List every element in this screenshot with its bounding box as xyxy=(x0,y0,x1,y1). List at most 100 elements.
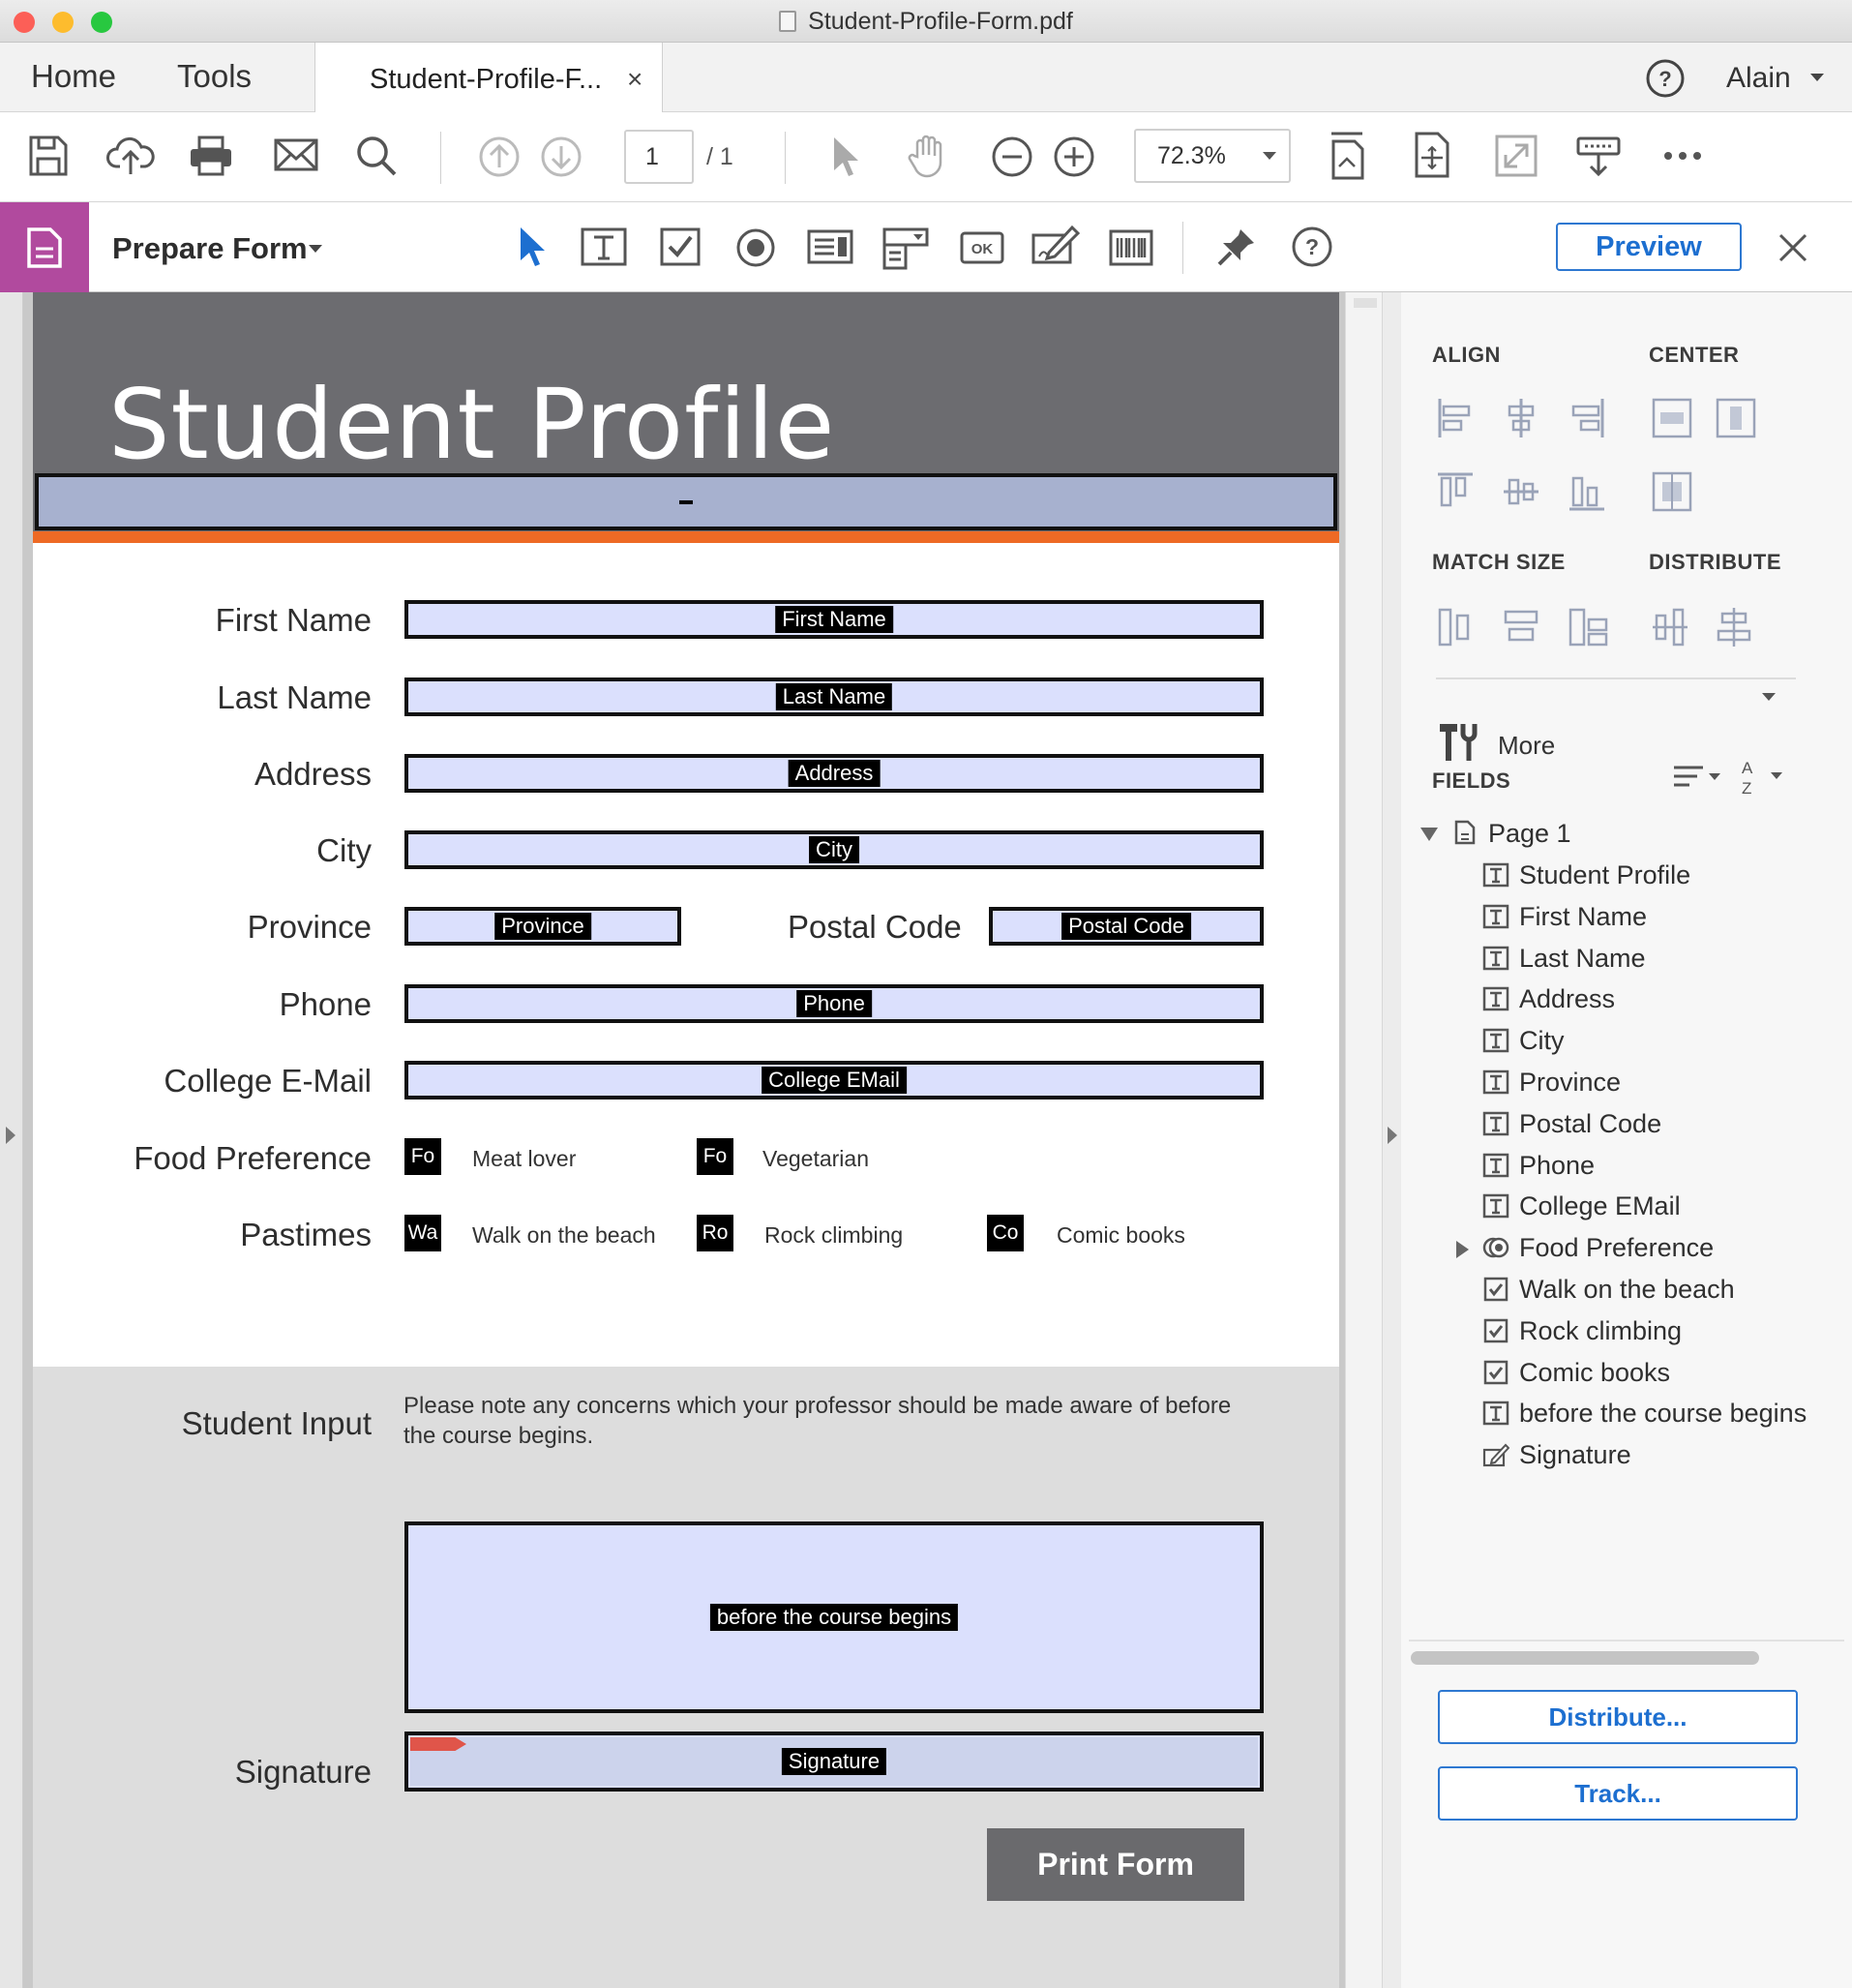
align-left-icon[interactable] xyxy=(1436,397,1475,439)
tree-field-item[interactable]: Phone xyxy=(1482,1151,1595,1190)
track-button[interactable]: Track... xyxy=(1438,1766,1798,1821)
tree-field-item[interactable]: College EMail xyxy=(1482,1191,1681,1230)
distribute-button[interactable]: Distribute... xyxy=(1438,1690,1798,1744)
print-icon[interactable] xyxy=(188,134,234,178)
distribute-horizontally-icon[interactable] xyxy=(1651,606,1689,648)
tree-field-item[interactable]: City xyxy=(1482,1026,1565,1065)
tree-field-item[interactable]: Food Preference xyxy=(1456,1233,1714,1272)
right-pane-toggle[interactable] xyxy=(1382,292,1401,1988)
left-pane-toggle[interactable] xyxy=(0,292,23,1988)
tree-field-item[interactable]: Signature xyxy=(1482,1440,1631,1479)
tree-field-item[interactable]: before the course begins xyxy=(1482,1399,1807,1437)
pastime-comic-checkbox[interactable]: Co xyxy=(987,1215,1024,1251)
preview-button[interactable]: Preview xyxy=(1556,223,1742,271)
more-icon[interactable] xyxy=(1662,149,1703,163)
dropdown-icon[interactable] xyxy=(882,227,929,270)
sort-alphabetical-icon[interactable]: AZ xyxy=(1740,757,1792,798)
checkbox-icon[interactable] xyxy=(660,227,701,266)
tree-field-item[interactable]: Last Name xyxy=(1482,944,1646,982)
food-vegetarian-radio[interactable]: Fo xyxy=(697,1138,733,1175)
list-box-icon[interactable] xyxy=(807,229,853,264)
first-name-field[interactable]: First Name xyxy=(404,600,1264,639)
expand-left-pane-icon[interactable] xyxy=(4,1125,17,1146)
pastime-rock-checkbox[interactable]: Ro xyxy=(697,1215,733,1251)
scrollbar-thumb[interactable] xyxy=(1354,298,1377,308)
tree-field-item[interactable]: Comic books xyxy=(1482,1358,1670,1397)
college-email-field[interactable]: College EMail xyxy=(404,1061,1264,1099)
full-screen-icon[interactable] xyxy=(1494,134,1538,178)
tree-field-item[interactable]: Rock climbing xyxy=(1482,1316,1682,1355)
user-menu-chevron-icon[interactable] xyxy=(1809,72,1825,83)
select-tool-icon[interactable] xyxy=(517,224,550,268)
postal-code-field[interactable]: Postal Code xyxy=(989,907,1264,946)
read-mode-icon[interactable] xyxy=(1575,136,1622,178)
email-icon[interactable] xyxy=(273,136,319,174)
pastime-walk-checkbox[interactable]: Wa xyxy=(404,1215,441,1251)
search-icon[interactable] xyxy=(354,134,399,178)
comments-field[interactable]: before the course begins xyxy=(404,1521,1264,1713)
zoom-out-icon[interactable] xyxy=(991,136,1033,178)
pin-icon[interactable] xyxy=(1215,226,1258,268)
document-tab[interactable]: Student-Profile-F... × xyxy=(314,43,663,113)
radio-button-icon[interactable] xyxy=(735,227,776,268)
signature-field[interactable]: Signature xyxy=(404,1732,1264,1792)
align-vertical-center-icon[interactable] xyxy=(1502,470,1540,513)
print-form-button[interactable]: Print Form xyxy=(987,1828,1244,1901)
tree-field-item[interactable]: Walk on the beach xyxy=(1482,1275,1735,1313)
text-field-icon[interactable] xyxy=(581,227,627,266)
align-top-icon[interactable] xyxy=(1436,470,1475,513)
collapse-right-pane-icon[interactable] xyxy=(1386,1125,1399,1146)
more-tools-label[interactable]: More xyxy=(1498,687,1691,803)
prepare-form-title[interactable]: Prepare Form xyxy=(112,202,308,295)
tree-field-item[interactable]: First Name xyxy=(1482,902,1647,941)
home-tab[interactable]: Home xyxy=(31,43,116,112)
center-vertically-icon[interactable] xyxy=(1715,397,1756,439)
zoom-in-icon[interactable] xyxy=(1053,136,1095,178)
last-name-field[interactable]: Last Name xyxy=(404,678,1264,716)
student-profile-field[interactable] xyxy=(35,473,1337,530)
tree-page-node[interactable]: Page 1 xyxy=(1419,819,1571,858)
match-both-icon[interactable] xyxy=(1568,606,1608,648)
signature-field-icon[interactable] xyxy=(1031,224,1080,266)
align-right-icon[interactable] xyxy=(1568,397,1606,439)
close-prepare-form-icon[interactable] xyxy=(1777,231,1809,264)
tree-field-item[interactable]: Province xyxy=(1482,1068,1621,1106)
zoom-dropdown[interactable]: 72.3% xyxy=(1134,129,1291,183)
more-chevron-down-icon[interactable] xyxy=(1761,691,1777,703)
tree-field-item[interactable]: Student Profile xyxy=(1482,860,1690,899)
city-field[interactable]: City xyxy=(404,830,1264,869)
center-horizontally-icon[interactable] xyxy=(1651,397,1692,439)
distribute-vertically-icon[interactable] xyxy=(1715,606,1753,648)
upload-icon[interactable] xyxy=(106,134,155,178)
tools-tab[interactable]: Tools xyxy=(177,43,252,112)
page-up-icon[interactable] xyxy=(478,136,521,178)
page-down-icon[interactable] xyxy=(540,136,582,178)
page-number-input[interactable]: 1 xyxy=(624,130,694,184)
align-bottom-icon[interactable] xyxy=(1568,470,1606,513)
tools-icon[interactable] xyxy=(1436,720,1480,765)
sort-order-icon[interactable] xyxy=(1672,763,1724,792)
province-field[interactable]: Province xyxy=(404,907,681,946)
close-tab-icon[interactable]: × xyxy=(627,43,642,116)
form-help-icon[interactable]: ? xyxy=(1291,226,1333,268)
phone-field[interactable]: Phone xyxy=(404,984,1264,1023)
address-field[interactable]: Address xyxy=(404,754,1264,793)
panel-horizontal-scrollbar[interactable] xyxy=(1411,1651,1759,1665)
prepare-form-chevron-down-icon[interactable] xyxy=(308,243,323,255)
button-icon[interactable]: OK xyxy=(960,231,1004,264)
user-name[interactable]: Alain xyxy=(1726,43,1791,114)
help-icon[interactable]: ? xyxy=(1645,58,1686,99)
expand-triangle-icon[interactable] xyxy=(1453,1239,1471,1260)
align-horizontal-center-icon[interactable] xyxy=(1502,397,1540,439)
barcode-icon[interactable] xyxy=(1109,229,1153,266)
rotate-icon[interactable] xyxy=(1411,130,1453,180)
center-both-icon[interactable] xyxy=(1651,470,1692,513)
save-icon[interactable] xyxy=(27,134,70,178)
match-width-icon[interactable] xyxy=(1436,606,1475,648)
match-height-icon[interactable] xyxy=(1502,606,1540,648)
hand-icon[interactable] xyxy=(906,132,952,180)
tree-field-item[interactable]: Address xyxy=(1482,984,1615,1023)
collapse-triangle-icon[interactable] xyxy=(1419,825,1440,844)
food-meat-lover-radio[interactable]: Fo xyxy=(404,1138,441,1175)
fit-page-icon[interactable] xyxy=(1328,130,1370,182)
